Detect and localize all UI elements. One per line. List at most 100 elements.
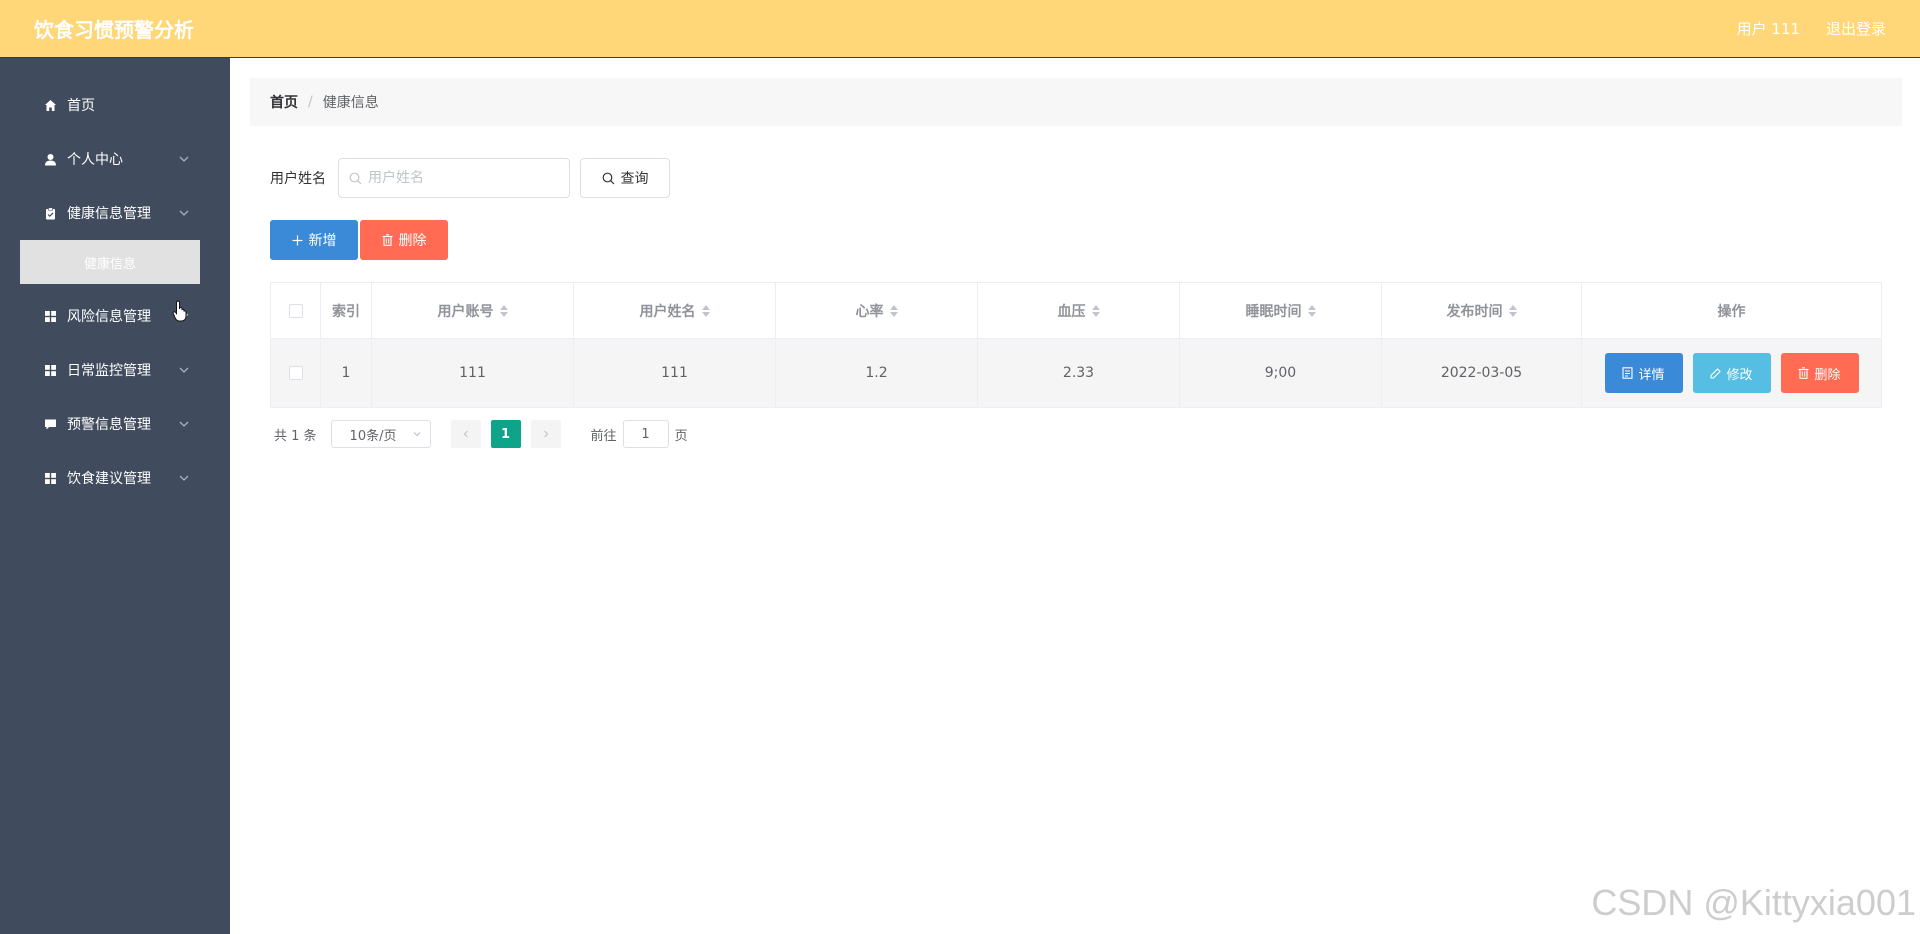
sidebar-item-risk-info-management[interactable]: 风险信息管理: [0, 289, 230, 343]
table-cell-sleep-time: 9;00: [1180, 339, 1382, 407]
sidebar-item-diet-advice-management[interactable]: 饮食建议管理: [0, 451, 230, 505]
edit-button[interactable]: 修改: [1692, 353, 1771, 393]
sidebar-item-label: 日常监控管理: [67, 363, 151, 379]
query-button-label: 查询: [620, 171, 649, 187]
batch-delete-button-label: 删除: [398, 233, 427, 249]
chevron-down-icon: [179, 367, 189, 373]
top-bar: 饮食习惯预警分析 用户 111 退出登录: [0, 0, 1920, 58]
column-header-sleep-time[interactable]: 睡眠时间: [1180, 283, 1382, 338]
search-row: 用户姓名 查询: [270, 158, 670, 198]
chevron-down-icon: [179, 156, 189, 162]
watermark: CSDN @Kittyxia001: [1591, 882, 1916, 923]
sidebar-subitem-health-info[interactable]: 健康信息: [20, 240, 200, 284]
home-icon: [44, 99, 57, 112]
column-header-label: 用户账号: [437, 303, 494, 320]
sidebar: 首页 个人中心 健康信息管理 健康信息 风险信息管理 日常监控管理 预警信息管理: [0, 58, 230, 934]
column-header: 索引: [321, 283, 372, 338]
prev-page-button[interactable]: [450, 420, 481, 448]
goto-page-input[interactable]: [622, 420, 669, 448]
query-button[interactable]: 查询: [580, 158, 670, 198]
clipboard-icon: [44, 207, 57, 220]
add-button-label: 新增: [308, 233, 337, 249]
trash-icon: [382, 234, 392, 246]
sidebar-item-label: 健康信息管理: [67, 206, 151, 222]
add-button[interactable]: 新增: [270, 220, 358, 260]
breadcrumb-current: 健康信息: [322, 95, 379, 111]
column-header-label: 血压: [1057, 303, 1086, 320]
table-cell-publish-time: 2022-03-05: [1382, 339, 1582, 407]
hand-cursor-icon: [172, 300, 187, 322]
search-input[interactable]: [368, 170, 558, 186]
page-size-select[interactable]: 10条/页: [330, 420, 431, 448]
top-right-area: 用户 111 退出登录: [1737, 18, 1886, 39]
sidebar-item-label: 个人中心: [67, 152, 123, 168]
sidebar-item-home[interactable]: 首页: [0, 78, 230, 132]
search-icon: [602, 172, 614, 184]
detail-button-label: 详情: [1638, 367, 1665, 383]
column-header-heart-rate[interactable]: 心率: [776, 283, 978, 338]
sort-icon[interactable]: [889, 304, 898, 317]
sort-icon[interactable]: [1091, 304, 1100, 317]
health-info-table: 索引 用户账号 用户姓名 心率 血压 睡眠时间 发布时间 操作 1 111 11…: [270, 282, 1882, 408]
plus-icon: [292, 235, 302, 245]
grid-icon: [44, 310, 57, 323]
delete-button[interactable]: 删除: [1780, 353, 1859, 393]
chevron-down-icon: [413, 432, 420, 437]
edit-button-label: 修改: [1726, 367, 1753, 383]
user-icon: [44, 153, 57, 166]
goto-prefix: 前往: [590, 428, 617, 444]
row-checkbox[interactable]: [288, 366, 303, 380]
action-row: 新增 删除: [270, 220, 448, 260]
sidebar-item-label: 饮食建议管理: [67, 471, 151, 487]
trash-icon: [1798, 367, 1809, 379]
sidebar-item-label: 首页: [67, 98, 95, 114]
sort-icon[interactable]: [499, 304, 508, 317]
search-label: 用户姓名: [270, 171, 326, 187]
sort-icon[interactable]: [701, 304, 710, 317]
column-header-account[interactable]: 用户账号: [372, 283, 574, 338]
sidebar-item-personal-center[interactable]: 个人中心: [0, 132, 230, 186]
breadcrumb-separator: /: [308, 94, 313, 110]
pagination-total: 共 1 条: [274, 428, 317, 444]
header-checkbox-cell: [271, 283, 321, 338]
table-cell-index: 1: [321, 339, 372, 407]
column-header-name[interactable]: 用户姓名: [574, 283, 776, 338]
breadcrumb-home[interactable]: 首页: [270, 92, 298, 112]
select-all-checkbox[interactable]: [288, 303, 303, 318]
delete-button-label: 删除: [1814, 367, 1841, 383]
app-title: 饮食习惯预警分析: [34, 18, 194, 42]
document-icon: [1622, 367, 1634, 379]
sidebar-item-health-info-management[interactable]: 健康信息管理: [0, 186, 230, 240]
chevron-down-icon: [179, 210, 189, 216]
detail-button[interactable]: 详情: [1604, 353, 1683, 393]
grid-icon: [44, 472, 57, 485]
column-header-label: 用户姓名: [639, 303, 696, 320]
sort-icon[interactable]: [1508, 304, 1517, 317]
table-cell-account: 111: [372, 339, 574, 407]
batch-delete-button[interactable]: 删除: [360, 220, 448, 260]
page-number-current[interactable]: 1: [490, 420, 521, 448]
main-content: 首页 / 健康信息 用户姓名 查询 新增 删除 索引: [230, 58, 1920, 934]
table-cell-actions: 详情 修改 删除: [1582, 339, 1881, 407]
comment-icon: [44, 418, 57, 431]
sidebar-item-daily-monitor-management[interactable]: 日常监控管理: [0, 343, 230, 397]
page-size-value: 10条/页: [349, 428, 397, 444]
sort-icon[interactable]: [1307, 304, 1316, 317]
chevron-down-icon: [179, 475, 189, 481]
table-cell-name: 111: [574, 339, 776, 407]
search-box[interactable]: [338, 158, 570, 198]
chevron-right-icon: [543, 430, 548, 438]
column-header-publish-time[interactable]: 发布时间: [1382, 283, 1582, 338]
next-page-button[interactable]: [530, 420, 561, 448]
edit-icon: [1710, 367, 1722, 379]
breadcrumb: 首页 / 健康信息: [250, 78, 1902, 126]
chevron-down-icon: [179, 421, 189, 427]
column-header: 操作: [1717, 303, 1746, 320]
row-checkbox-cell: [271, 339, 321, 407]
chevron-left-icon: [463, 430, 468, 438]
logout-link[interactable]: 退出登录: [1826, 18, 1886, 39]
goto-suffix: 页: [674, 428, 688, 444]
sidebar-item-label: 风险信息管理: [67, 309, 151, 325]
sidebar-item-warning-info-management[interactable]: 预警信息管理: [0, 397, 230, 451]
column-header-blood-pressure[interactable]: 血压: [978, 283, 1180, 338]
